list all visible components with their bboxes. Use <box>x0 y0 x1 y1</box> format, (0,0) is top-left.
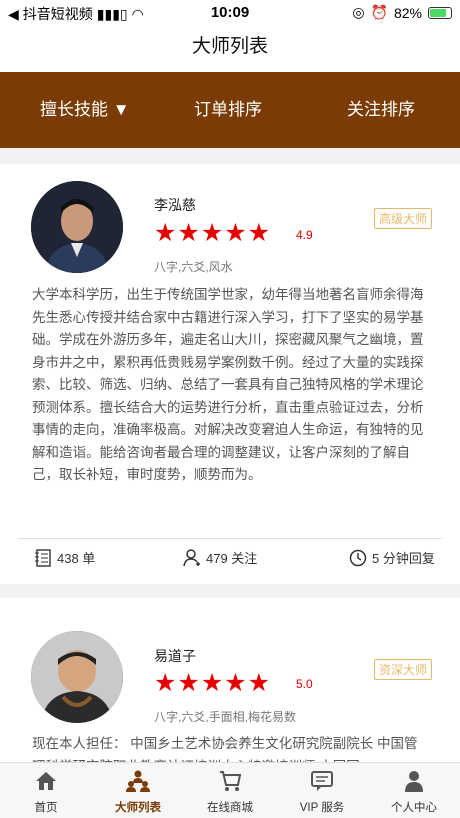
tab-vip[interactable]: VIP 服务 <box>276 763 368 818</box>
reply-time-label: 5 分钟回复 <box>372 551 435 566</box>
battery-icon <box>428 6 452 19</box>
person-icon <box>405 771 423 792</box>
master-name: 李泓慈 <box>154 197 196 213</box>
home-icon <box>36 772 56 790</box>
bottom-tab-bar: 首页 大师列表 在线商城 VIP 服务 个人中心 <box>0 762 460 818</box>
status-bar: ◀ 抖音短视频 ▮▮▮▯ ◠ 10:09 ◎ ⏰ 82% <box>0 0 460 26</box>
vip-chat-icon <box>311 771 333 791</box>
rating-stars: ★★★★★ <box>154 669 272 697</box>
filter-bar: 擅长技能 ▼ 订单排序 关注排序 <box>0 72 460 148</box>
filter-order-sort-button[interactable]: 订单排序 <box>194 72 262 148</box>
tab-home-label: 首页 <box>34 802 58 814</box>
order-count-label: 438 单 <box>57 551 96 566</box>
reply-time: 5 分钟回复 <box>349 548 435 567</box>
shop-icon <box>220 771 242 791</box>
avatar[interactable] <box>31 631 123 723</box>
avatar-portrait <box>31 631 123 723</box>
master-card[interactable]: 李泓慈 ★★★★★ 4.9 高级大师 八字,六爻,风水 大学本科学历，出生于传统… <box>0 164 460 584</box>
follow-count: 479 关注 <box>183 548 257 567</box>
tab-masters-label: 大师列表 <box>115 802 161 814</box>
rating-score: 4.9 <box>296 228 313 242</box>
clock-icon <box>349 549 367 566</box>
tab-home[interactable]: 首页 <box>0 763 92 818</box>
avatar[interactable] <box>31 181 123 273</box>
level-badge: 资深大师 <box>373 659 432 680</box>
alarm-icon: ⏰ <box>370 4 388 20</box>
follow-count-label: 479 关注 <box>206 551 258 566</box>
rating-score: 5.0 <box>296 677 313 691</box>
tab-masters[interactable]: 大师列表 <box>92 763 184 818</box>
master-bio: 大学本科学历，出生于传统国学世家，幼年得当地著名盲师余得海先生悉心传授并结合家中… <box>32 287 424 482</box>
master-name: 易道子 <box>154 648 196 664</box>
rating-stars: ★★★★★ <box>154 219 272 247</box>
tab-profile-label: 个人中心 <box>391 802 437 814</box>
tab-vip-label: VIP 服务 <box>299 802 345 814</box>
master-skills: 八字,六爻,手面相,梅花易数 <box>154 710 297 724</box>
battery-percent: 82% <box>393 4 422 21</box>
tab-profile[interactable]: 个人中心 <box>368 763 460 818</box>
master-bio: 现在本人担任： 中国乡土艺术协会养生文化研究院副院长 中国管理科学研究院职业教育… <box>32 736 418 763</box>
card-divider <box>18 538 442 539</box>
status-right: ◎ ⏰ 82% <box>352 4 452 21</box>
section-gap <box>0 148 460 164</box>
page-title: 大师列表 <box>191 36 268 57</box>
avatar-portrait <box>31 181 123 273</box>
section-gap <box>0 584 460 598</box>
follower-icon <box>183 548 200 566</box>
location-icon: ◎ <box>352 4 365 20</box>
filter-follow-sort-button[interactable]: 关注排序 <box>347 72 415 148</box>
orders-icon <box>35 548 51 567</box>
master-skills: 八字,六爻,风水 <box>154 260 233 274</box>
tab-shop-label: 在线商城 <box>207 802 253 814</box>
masters-icon <box>126 770 150 792</box>
tab-shop[interactable]: 在线商城 <box>184 763 276 818</box>
filter-skill-button[interactable]: 擅长技能 ▼ <box>40 72 130 148</box>
level-badge: 高级大师 <box>373 208 432 229</box>
order-count: 438 单 <box>34 548 95 567</box>
